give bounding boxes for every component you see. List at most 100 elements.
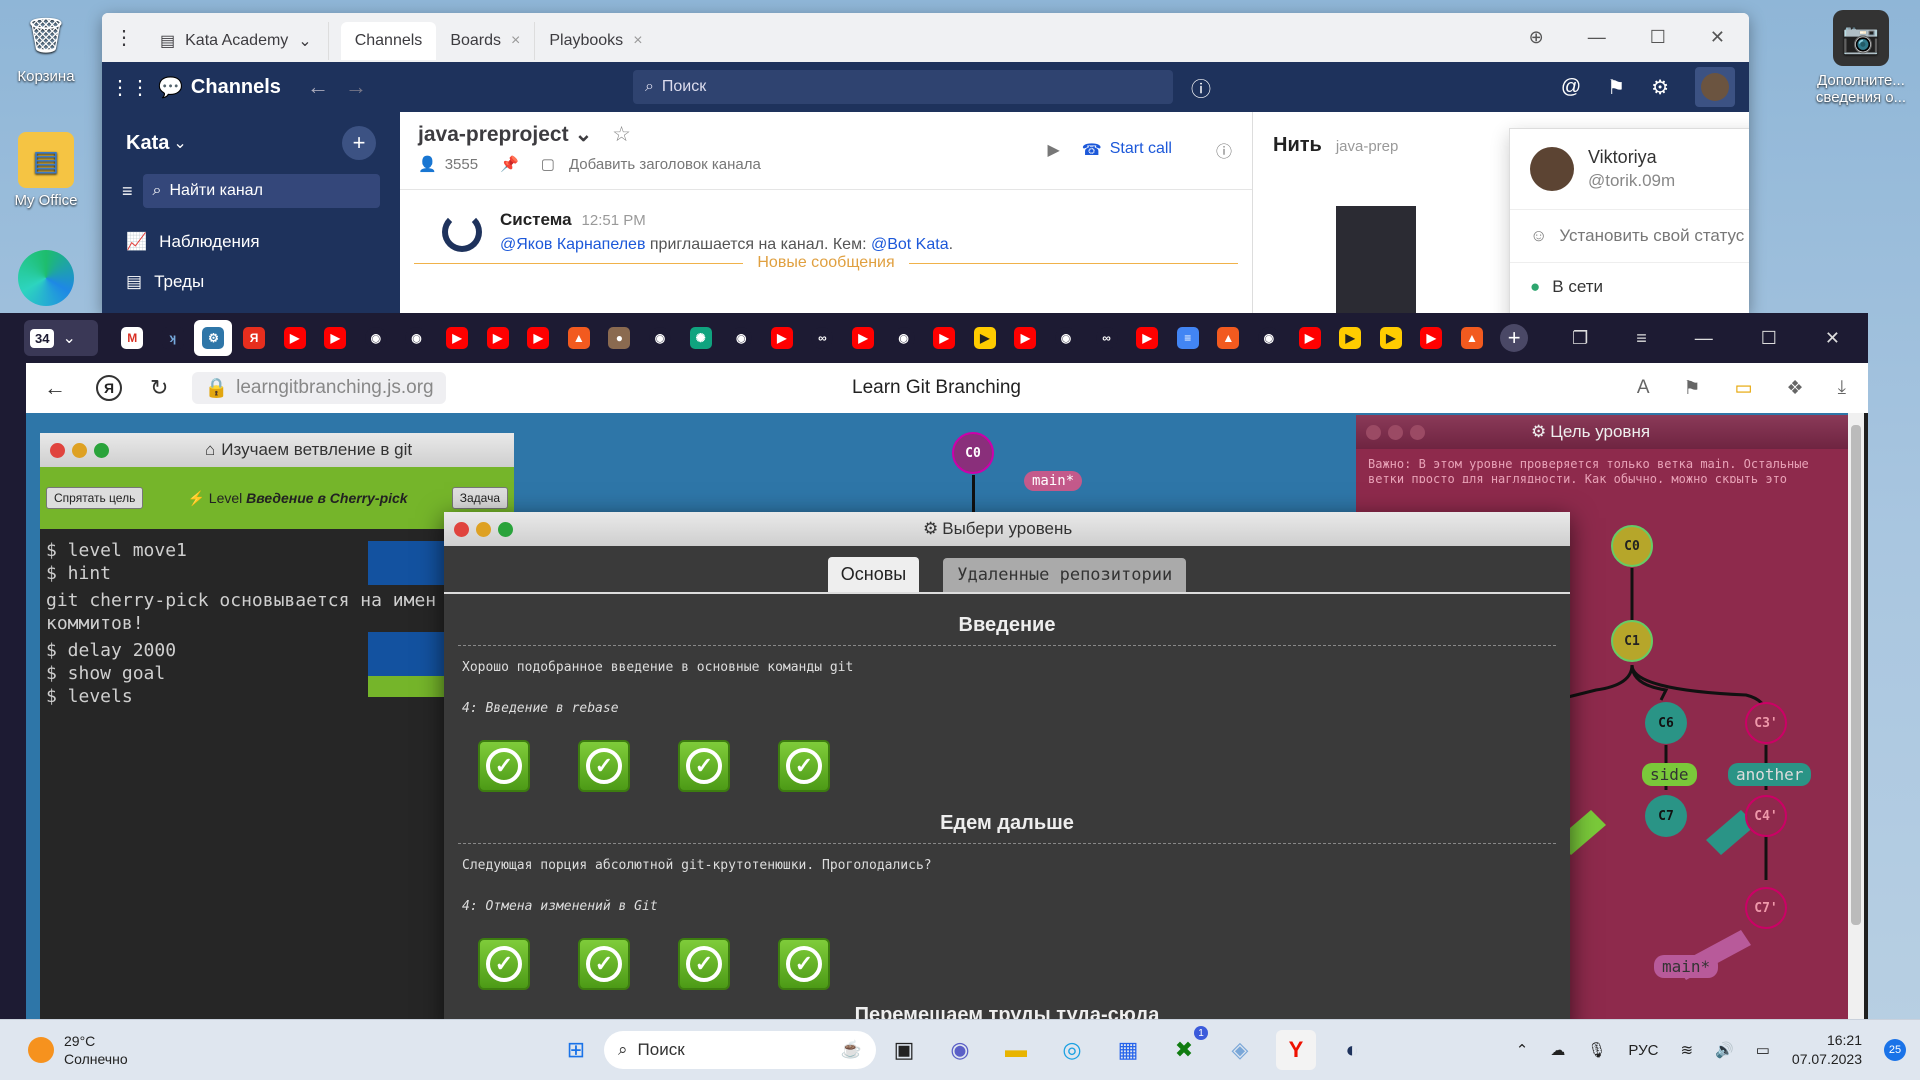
member-count[interactable]: 3555 <box>445 156 478 173</box>
recycle-bin-icon[interactable]: 🗑 Корзина <box>0 8 94 85</box>
browser-tab[interactable]: ◉ <box>1047 320 1085 356</box>
browser-tab[interactable]: ◉ <box>357 320 395 356</box>
level-complete-button[interactable]: ✓ <box>778 938 830 990</box>
bookmark-icon[interactable]: ⚑ <box>1684 377 1701 400</box>
browser-tab[interactable]: ✺ <box>682 320 720 356</box>
tab-channels[interactable]: Channels <box>340 21 437 60</box>
volume-icon[interactable]: 🔊 <box>1715 1041 1734 1059</box>
page-scrollbar[interactable] <box>1848 413 1864 1019</box>
hide-goal-button[interactable]: Спрятать цель <box>46 487 144 509</box>
bookmark-icon[interactable]: ⚑ <box>1607 75 1625 100</box>
edge-icon[interactable] <box>0 250 94 310</box>
mic-icon[interactable]: 🎙 <box>1587 1041 1606 1059</box>
find-channel-input[interactable]: ⌕ Найти канал <box>142 174 380 208</box>
notification-badge[interactable]: 25 <box>1884 1039 1906 1061</box>
app-icon[interactable]: ◈ <box>1220 1030 1260 1070</box>
browser-tab[interactable]: ∞ <box>803 320 841 356</box>
screenshot-tool[interactable]: 📷 Дополните... сведения о... <box>1806 10 1916 106</box>
add-header-link[interactable]: Добавить заголовок канала <box>569 156 761 173</box>
level-complete-button[interactable]: ✓ <box>478 740 530 792</box>
mention-link[interactable]: @Bot Kata <box>871 236 949 253</box>
task-view-icon[interactable]: ▣ <box>884 1030 924 1070</box>
thread-channel[interactable]: java-prep <box>1336 138 1399 155</box>
tab-playbooks[interactable]: Playbooks × <box>534 21 656 60</box>
mattermost-icon[interactable]: ◐ <box>1332 1030 1372 1070</box>
teams-icon[interactable]: ◉ <box>940 1030 980 1070</box>
team-tab[interactable]: ▤ Kata Academy ⌄ <box>146 21 329 60</box>
forward-icon[interactable]: → <box>345 74 367 100</box>
favorite-icon[interactable]: ☆ <box>612 122 631 147</box>
browser-tab[interactable]: ▶ <box>1412 320 1450 356</box>
new-tab-button[interactable]: + <box>1500 324 1529 352</box>
chevron-up-icon[interactable]: ⌃ <box>1516 1041 1529 1059</box>
minimize-icon[interactable]: — <box>1695 328 1713 349</box>
avatar[interactable] <box>1695 67 1735 107</box>
back-icon[interactable]: ← <box>307 74 329 100</box>
xbox-icon[interactable]: ✖ 1 <box>1164 1026 1208 1070</box>
browser-tab[interactable]: ▶ <box>479 320 517 356</box>
video-icon[interactable]: ▶ <box>1047 140 1059 160</box>
online-status-item[interactable]: ● В сети ✓ <box>1510 263 1749 311</box>
weather-widget[interactable]: 29°C Солнечно <box>0 1032 300 1068</box>
browser-tab[interactable]: ʞ <box>154 320 192 356</box>
kebab-menu-icon[interactable]: ⋮ <box>102 25 146 50</box>
level-complete-button[interactable]: ✓ <box>478 938 530 990</box>
browser-tab[interactable]: ▲ <box>1209 320 1247 356</box>
level-complete-button[interactable]: ✓ <box>678 740 730 792</box>
maximize-icon[interactable]: ☐ <box>1761 328 1777 349</box>
browser-tab[interactable]: ▲ <box>1453 320 1491 356</box>
maximize-icon[interactable]: ☐ <box>1650 27 1666 48</box>
menu-icon[interactable]: ≡ <box>1636 328 1647 349</box>
info-icon[interactable]: ⓘ <box>1216 138 1232 162</box>
close-window-icon[interactable]: ✕ <box>1825 328 1840 349</box>
browser-tab[interactable]: ▶ <box>1372 320 1410 356</box>
start-call-button[interactable]: ☎ Start call <box>1082 140 1172 160</box>
browser-tab[interactable]: ≡ <box>1169 320 1207 356</box>
browser-tab[interactable]: ▶ <box>763 320 801 356</box>
browser-tab[interactable]: ∞ <box>1088 320 1126 356</box>
browser-tab[interactable]: ▶ <box>844 320 882 356</box>
browser-tab[interactable]: ◉ <box>641 320 679 356</box>
download-icon[interactable]: ⊕ <box>1529 27 1544 48</box>
taskbar-search[interactable]: ⌕ Поиск ☕ <box>604 1031 876 1069</box>
sidebar-item-threads[interactable]: ▤ Треды <box>126 262 376 302</box>
browser-tab[interactable]: ▶ <box>925 320 963 356</box>
browser-tab[interactable]: ▶ <box>966 320 1004 356</box>
message-author[interactable]: Система <box>500 210 572 230</box>
browser-tab[interactable]: ◉ <box>722 320 760 356</box>
team-name[interactable]: Kata <box>126 132 169 155</box>
store-icon[interactable]: ▦ <box>1108 1030 1148 1070</box>
file-icon[interactable]: ▢ <box>541 155 555 173</box>
settings-icon[interactable]: ⚙ <box>1651 75 1669 100</box>
browser-tab[interactable]: ▶ <box>438 320 476 356</box>
tab-group-button[interactable]: 34 ⌄ <box>24 320 98 356</box>
explorer-icon[interactable]: ▬ <box>996 1030 1036 1070</box>
browser-tab[interactable]: ◉ <box>885 320 923 356</box>
product-menu-icon[interactable]: ⋮⋮ <box>102 75 158 100</box>
message-time[interactable]: 12:51 PM <box>582 212 646 229</box>
tab-remote[interactable]: Удаленные репозитории <box>943 558 1187 592</box>
browser-tab[interactable]: ● <box>600 320 638 356</box>
browser-tab[interactable]: Я <box>235 320 273 356</box>
yandex-browser-icon[interactable]: Y <box>1276 1030 1316 1070</box>
download-icon[interactable]: ⤓ <box>1838 377 1846 400</box>
battery-icon[interactable]: ▭ <box>1735 377 1753 400</box>
collections-icon[interactable]: ❐ <box>1572 328 1588 349</box>
reload-icon[interactable]: ↻ <box>150 375 168 401</box>
browser-tab[interactable]: ▶ <box>276 320 314 356</box>
edge-icon[interactable]: ◎ <box>1052 1030 1092 1070</box>
browser-tab[interactable]: ▶ <box>1331 320 1369 356</box>
start-icon[interactable]: ⊞ <box>556 1030 596 1070</box>
cloud-icon[interactable]: ☁ <box>1550 1041 1565 1059</box>
translate-icon[interactable]: A <box>1637 377 1650 400</box>
filter-icon[interactable]: ≡ <box>122 181 133 202</box>
mention-link[interactable]: @Яков Карнапелев <box>500 236 645 253</box>
channel-name[interactable]: java-preproject <box>418 123 569 147</box>
clock[interactable]: 16:21 07.07.2023 <box>1792 1031 1862 1069</box>
pin-icon[interactable]: 📌 <box>500 155 519 173</box>
tab-boards[interactable]: Boards × <box>436 22 534 60</box>
browser-tab[interactable]: ▶ <box>1291 320 1329 356</box>
browser-tab[interactable]: ◉ <box>1250 320 1288 356</box>
language-indicator[interactable]: РУС <box>1628 1042 1658 1059</box>
browser-tab[interactable]: ▶ <box>519 320 557 356</box>
